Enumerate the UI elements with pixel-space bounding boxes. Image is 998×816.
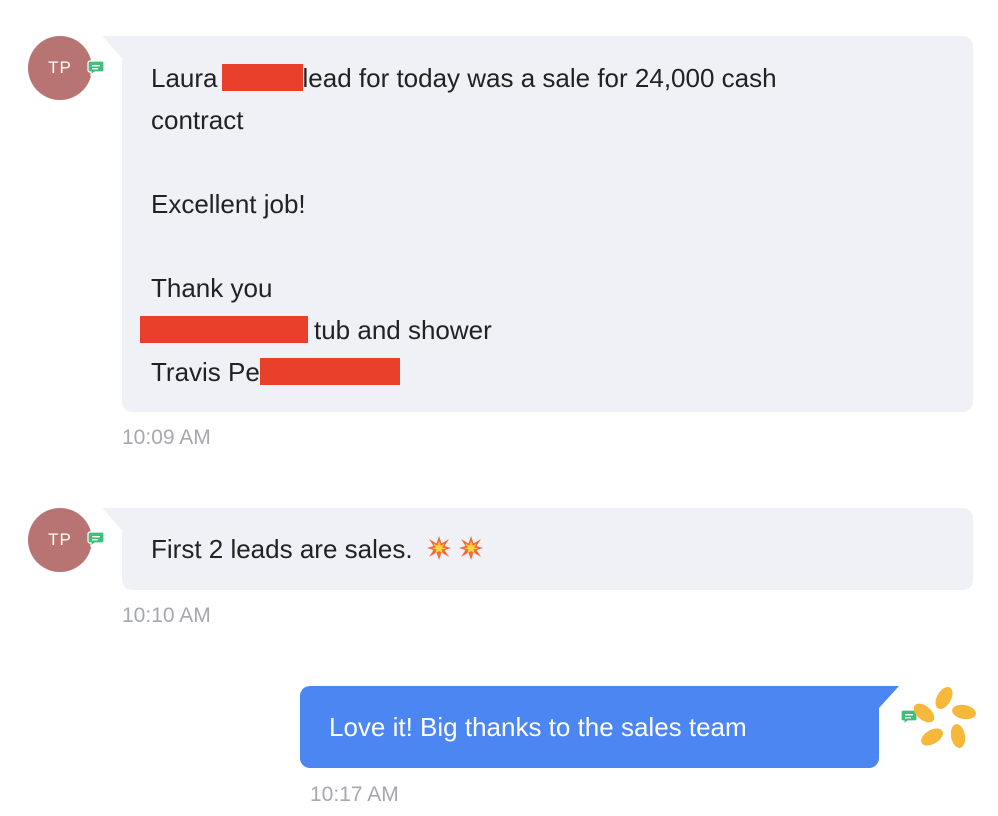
message-bubble-outgoing: Love it! Big thanks to the sales team [300,686,899,768]
message-text: contract [151,105,244,135]
message-bubble: First 2 leads are sales. [102,508,973,590]
sms-chat-icon [87,531,105,547]
redaction-block [221,64,303,91]
redaction-block [259,358,400,385]
message-timestamp: 10:17 AM [310,783,399,806]
message-timestamp: 10:09 AM [122,426,211,449]
message-text: Thank you [151,273,273,303]
message-text: Travis Pe [151,357,260,387]
message-text: Love it! Big thanks to the sales team [329,712,747,742]
avatar[interactable]: TP [28,36,92,100]
message-bubble: Laura lead for today was a sale for 24,00… [102,36,973,412]
avatar[interactable]: TP [28,508,92,572]
company-logo-icon[interactable] [911,685,977,751]
message-text: Laura [151,63,218,93]
message-text: First 2 leads are sales. [151,534,413,564]
conversation-thread: TP Laura lead for today was a sale for 24… [0,0,998,816]
message-text: tub and shower [314,315,492,345]
message-timestamp: 10:10 AM [122,604,211,627]
message-text: lead for today was a sale for 24,000 cas… [302,63,777,93]
avatar-initials: TP [48,58,72,77]
collision-emoji-icon [458,536,483,560]
collision-emoji-icon [426,536,451,560]
redaction-block [140,316,308,343]
avatar-initials: TP [48,530,72,549]
message-text: Excellent job! [151,189,306,219]
sms-chat-icon [87,60,105,76]
